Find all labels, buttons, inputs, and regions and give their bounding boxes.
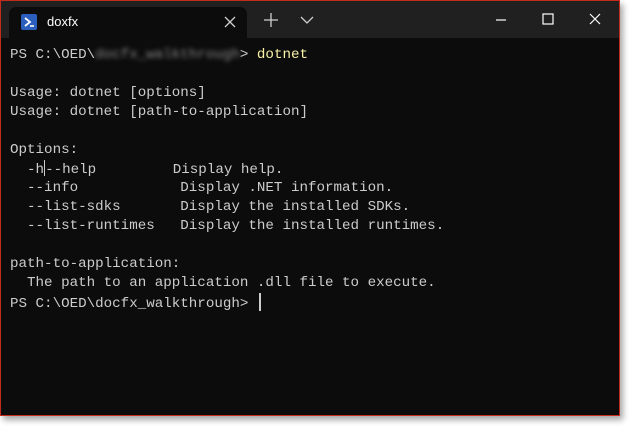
option-list-runtimes: --list-runtimes Display the installed ru… [10, 218, 445, 234]
minimize-icon[interactable] [479, 1, 523, 38]
option-list-sdks: --list-sdks Display the installed SDKs. [10, 199, 411, 215]
prompt-line: PS C:\OED\docfx_walkthrough> dotnet [10, 46, 308, 65]
prompt-suffix: > [239, 47, 257, 63]
usage-line-1: Usage: dotnet [options] [10, 85, 206, 101]
path-description: The path to an application .dll file to … [10, 275, 436, 291]
terminal-output[interactable]: PS C:\OED\docfx_walkthrough> dotnet Usag… [1, 38, 619, 415]
powershell-icon [21, 14, 37, 30]
close-icon[interactable] [573, 1, 617, 38]
title-bar[interactable]: doxfx [1, 1, 619, 38]
command-text: dotnet [256, 47, 309, 63]
path-header: path-to-application: [10, 256, 181, 272]
cursor [258, 293, 261, 311]
final-prompt: PS C:\OED\docfx_walkthrough> [10, 296, 257, 312]
option-help-short: -h [10, 162, 45, 178]
tab-title: doxfx [47, 14, 79, 29]
tab-close-icon[interactable] [223, 15, 237, 29]
usage-line-2: Usage: dotnet [path-to-application] [10, 104, 308, 120]
terminal-window: doxfx PS C:\OED\docfx_walkthrough> dotne… [0, 0, 620, 416]
new-tab-icon[interactable] [263, 12, 279, 28]
blurred-path: docfx_walkthrough [95, 47, 240, 63]
chevron-down-icon[interactable] [299, 14, 315, 26]
option-help: -h--help Display help. [10, 160, 283, 179]
tab-doxfx[interactable]: doxfx [9, 7, 247, 38]
maximize-icon[interactable] [526, 1, 570, 38]
prompt-prefix: PS C:\OED\ [10, 47, 96, 63]
final-prompt-line[interactable]: PS C:\OED\docfx_walkthrough> [10, 293, 261, 312]
option-info: --info Display .NET information. [10, 180, 394, 196]
option-help-long: --help Display help. [45, 162, 284, 178]
options-header: Options: [10, 142, 79, 158]
